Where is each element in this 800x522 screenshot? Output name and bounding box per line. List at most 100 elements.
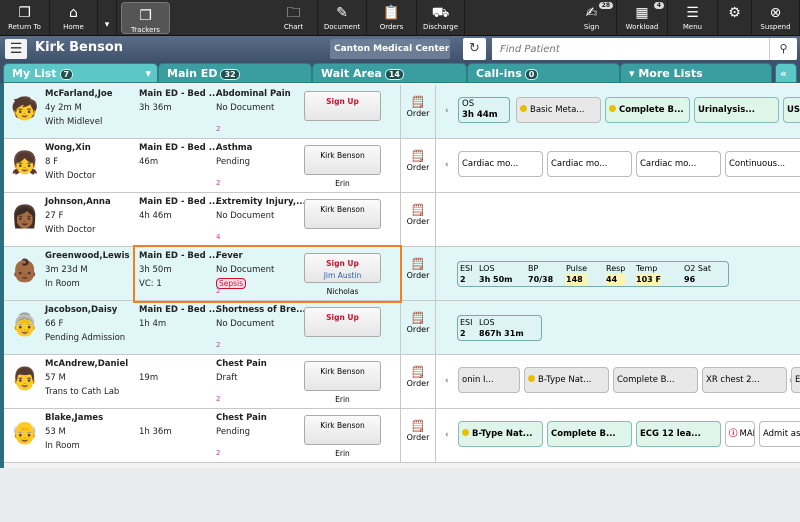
flag-indicator: 2 [216,341,221,349]
refresh-icon: ↻ [469,41,480,56]
provider-label: Sign Up [326,313,359,322]
tab-main-ed[interactable]: Main ED 32 [158,63,312,83]
patient-row[interactable]: 👧 Wong,Xin 8 F With Doctor Main ED - Bed ...… [4,139,800,193]
patient-row[interactable]: 👶🏾 Greenwood,Lewis 3m 23d M In Room Main ED … [4,247,800,301]
scroll-left-arrow[interactable]: ‹ [445,430,449,440]
order-chip[interactable]: XR chest 2... [702,367,787,393]
patient-name[interactable]: Johnson,Anna [45,195,111,209]
order-button[interactable]: 🗒 Order [400,85,436,139]
length-of-stay: 19m [139,373,159,383]
toolbar-settings-button[interactable]: ⚙ [718,0,752,36]
patient-name[interactable]: Greenwood,Lewis [45,249,130,263]
chip-label: Cardiac mo... [551,159,608,169]
patient-row[interactable]: 👴 Blake,James 53 M In Room 1h 36m Chest Pain P… [4,409,800,463]
provider-button[interactable]: Kirk Benson [304,415,381,445]
order-chip[interactable]: Urinalysis... [694,97,779,123]
patient-name[interactable]: Blake,James [45,411,103,425]
vital-o2-sat: O2 Sat 96 [684,263,711,285]
provider-button[interactable]: Sign Up [304,91,381,121]
nurse-name: Erin [335,395,350,404]
patient-name[interactable]: McFarland,Joe [45,87,113,101]
toolbar-orders-button[interactable]: 📋 Orders [367,0,417,36]
order-chip[interactable]: ⓘMAR [725,421,755,447]
order-button[interactable]: 🗒 Order [400,355,436,409]
patient-row[interactable]: 🧒 McFarland,Joe 4y 2m M With Midlevel Main E… [4,85,800,139]
toolbar-discharge-button[interactable]: ⛟ Discharge [417,0,465,36]
order-chip[interactable]: Continuous... [725,151,800,177]
provider-button[interactable]: Sign Up Jim Austin [304,253,381,283]
toolbar-trackers-button[interactable]: ❐ Trackers [121,2,170,34]
vitals-box[interactable]: ESI 2 LOS 3h 50m BP 70/38 Pulse 148 Resp 44 Temp 10… [457,261,729,287]
order-chip[interactable]: Cardiac mo... [636,151,721,177]
order-label: Order [406,325,430,334]
list-icon: ☰ [686,5,699,21]
patient-row[interactable]: 👨 McAndrew,Daniel 57 M Trans to Cath Lab 19m… [4,355,800,409]
collapse-panel-button[interactable]: « [775,63,797,83]
toolbar-suspend-button[interactable]: ⊗ Suspend [752,0,800,36]
person-car-icon: ⛟ [431,5,450,21]
scroll-left-arrow[interactable]: ‹ [445,106,449,116]
order-chip[interactable]: Cardiac mo... [547,151,632,177]
provider-button[interactable]: Kirk Benson [304,199,381,229]
home-dropdown-button[interactable]: ▾ [98,0,117,36]
order-chip[interactable]: B-Type Nat... [524,367,609,393]
patient-name[interactable]: McAndrew,Daniel [45,357,128,371]
patient-name[interactable]: Jacobson,Daisy [45,303,117,317]
los-chip[interactable]: OS 3h 44m [458,97,510,123]
tab-count: 0 [524,69,539,80]
los-value: 3h 44m [462,110,498,120]
toolbar-label: Workload [625,23,659,31]
order-chip[interactable]: Cardiac mo... [458,151,543,177]
patient-photo: 👵 [11,313,39,338]
toolbar-menu-button[interactable]: ☰ Menu [668,0,718,36]
patient-row[interactable]: 👵 Jacobson,Daisy 66 F Pending Admission Main… [4,301,800,355]
order-button[interactable]: 🗒 Order [400,409,436,463]
patient-photo: 👩🏾 [11,205,39,230]
order-chip[interactable]: B-Type Nat... [458,421,543,447]
length-of-stay: 3h 50m [139,265,172,275]
provider-button[interactable]: Kirk Benson [304,361,381,391]
scroll-left-arrow[interactable]: ‹ [445,376,449,386]
order-chip[interactable]: Complete B... [547,421,632,447]
search-icon[interactable]: ⚲ [769,38,797,60]
toolbar-home-button[interactable]: ⌂ Home [50,0,98,36]
order-button[interactable]: 🗒 Order [400,247,436,301]
provider-label: Kirk Benson [320,367,365,376]
order-chip[interactable]: US abdomen [783,97,800,123]
order-button[interactable]: 🗒 Order [400,301,436,355]
facility-dropdown[interactable]: Canton Medical Center ▾ [330,39,450,74]
tab-more-lists[interactable]: ▾ More Lists [620,63,772,83]
tab-call-ins[interactable]: Call-ins 0 [467,63,620,83]
provider-button[interactable]: Sign Up [304,307,381,337]
flag-indicator: 2 [216,287,221,295]
order-button[interactable]: 🗒 Order [400,193,436,247]
alert-icon: ⓘ [729,429,738,439]
toolbar-document-button[interactable]: ✎ Document [318,0,367,36]
order-chip[interactable]: onin I... [458,367,520,393]
find-patient-input[interactable] [492,38,762,60]
tab-wait-area[interactable]: Wait Area 14 [312,63,467,83]
order-chip[interactable]: Basic Meta... [516,97,601,123]
hamburger-menu-button[interactable]: ☰ [5,39,27,59]
vitals-box[interactable]: ESI 2 LOS 867h 31m [457,315,542,341]
scroll-left-arrow[interactable]: ‹ [445,160,449,170]
order-chip[interactable]: ECG 12 lea... [791,367,800,393]
refresh-button[interactable]: ↻ [463,38,486,60]
order-button[interactable]: 🗒 Order [400,139,436,193]
chip-label: B-Type Nat... [538,375,592,385]
toolbar-sign-button[interactable]: ✍ Sign 28 [567,0,617,36]
toolbar-return-to-button[interactable]: ❐ Return To [0,0,50,36]
tab-my-list[interactable]: My List 7 ▾ [3,63,158,83]
toolbar-chart-button[interactable]: 🗀 Chart [270,0,318,36]
order-chip[interactable]: Complete B... [605,97,690,123]
flag-indicator: 4 [216,233,221,241]
provider-button[interactable]: Kirk Benson [304,145,381,175]
order-chip[interactable]: ECG 12 lea... [636,421,721,447]
patient-name[interactable]: Wong,Xin [45,141,91,155]
vital-value: 70/38 [528,275,554,284]
toolbar-label: Trackers [131,26,160,34]
toolbar-workload-button[interactable]: ▦ Workload 4 [617,0,668,36]
order-chip[interactable]: Complete B... [613,367,698,393]
order-chip[interactable]: Admit as I... [759,421,800,447]
patient-row[interactable]: 👩🏾 Johnson,Anna 27 F With Doctor Main ED - B… [4,193,800,247]
